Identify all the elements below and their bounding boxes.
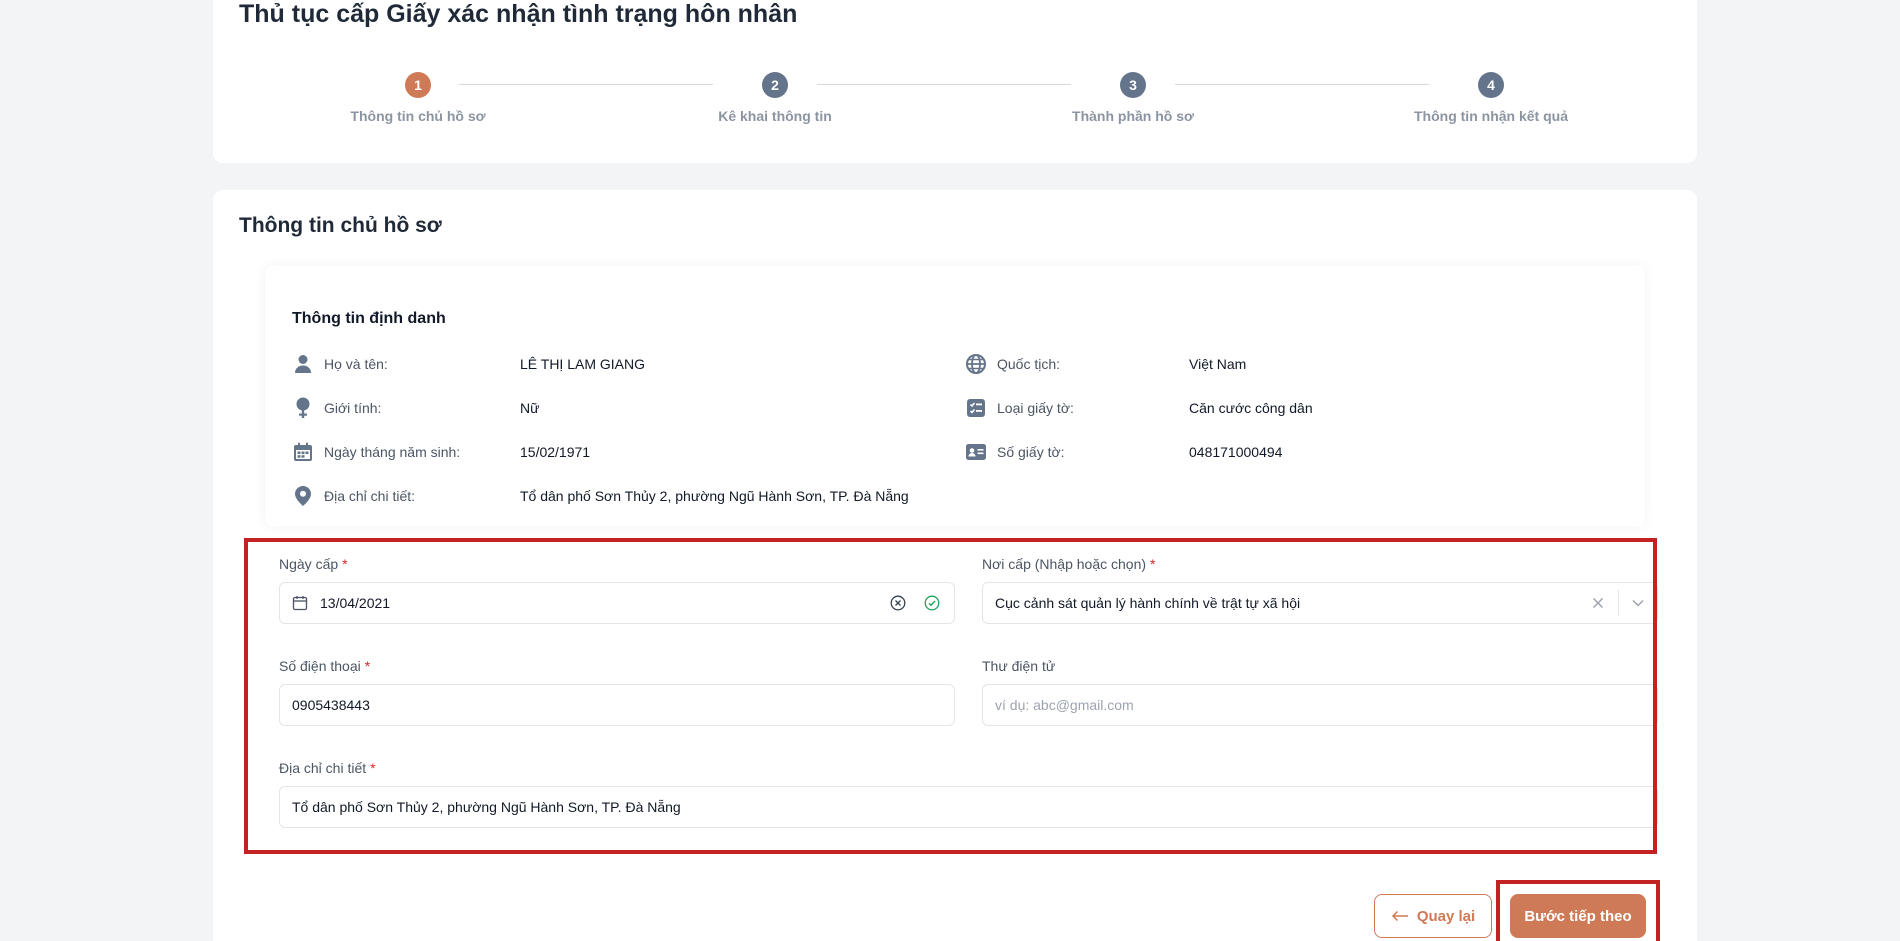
dob-label: Ngày tháng năm sinh: (324, 444, 461, 460)
info-row-dob: Ngày tháng năm sinh: (292, 440, 460, 464)
phone-field[interactable] (279, 684, 955, 726)
step-4-label: Thông tin nhận kết quả (1414, 108, 1568, 124)
stepper: 1 2 3 4 Thông tin chủ hồ sơ Kê khai thôn… (213, 0, 1697, 163)
issue-date-picker[interactable]: 13/04/2021 (279, 582, 955, 624)
address-label: Địa chỉ chi tiết: (324, 488, 416, 504)
select-divider (1618, 590, 1619, 616)
step-3-label: Thành phần hồ sơ (1072, 108, 1194, 124)
calendar-icon[interactable] (292, 595, 308, 611)
calendar-icon (292, 441, 314, 463)
back-button-label: Quay lại (1416, 907, 1476, 925)
gender-icon (292, 397, 314, 419)
step-connector (817, 84, 1071, 85)
phone-label: Số điện thoại * (279, 658, 371, 674)
step-3-circle[interactable]: 3 (1120, 72, 1146, 98)
chevron-down-icon[interactable] (1631, 596, 1645, 610)
step-1-circle[interactable]: 1 (405, 72, 431, 98)
gender-value: Nữ (520, 400, 540, 416)
step-2-label: Kê khai thông tin (718, 108, 832, 124)
phone-input[interactable] (292, 697, 932, 713)
address-detail-label: Địa chỉ chi tiết * (279, 760, 376, 776)
issue-place-label: Nơi cấp (Nhập hoặc chọn) * (982, 556, 1156, 572)
clear-icon[interactable] (1592, 597, 1604, 609)
id-card-icon (965, 441, 987, 463)
location-pin-icon (292, 485, 314, 507)
doc-type-label: Loại giấy tờ: (997, 400, 1074, 416)
form-card: Thông tin chủ hồ sơ Thông tin định danh … (213, 190, 1697, 941)
checklist-icon (965, 397, 987, 419)
clear-icon[interactable] (890, 595, 906, 611)
info-row-doc-type: Loại giấy tờ: (965, 396, 1074, 420)
steps-card: Thủ tục cấp Giấy xác nhận tình trạng hôn… (213, 0, 1697, 163)
address-value: Tổ dân phố Sơn Thủy 2, phường Ngũ Hành S… (520, 488, 909, 504)
nationality-label: Quốc tịch: (997, 356, 1061, 372)
address-detail-field[interactable] (279, 786, 1658, 828)
full-name-value: LÊ THỊ LAM GIANG (520, 356, 645, 372)
identity-card: Thông tin định danh Họ và tên: LÊ THỊ LA… (265, 266, 1645, 526)
step-4-circle[interactable]: 4 (1478, 72, 1504, 98)
info-row-gender: Giới tính: (292, 396, 381, 420)
back-button[interactable]: Quay lại (1374, 894, 1492, 938)
doc-type-value: Căn cước công dân (1189, 400, 1313, 416)
step-connector (459, 84, 713, 85)
step-connector (1175, 84, 1429, 85)
gender-label: Giới tính: (324, 400, 382, 416)
info-row-nationality: Quốc tịch: (965, 352, 1060, 376)
section-title: Thông tin chủ hồ sơ (239, 214, 442, 237)
contact-form: Ngày cấp * 13/04/2021 Nơi cấp (Nhập hoặc … (265, 540, 1658, 860)
user-icon (292, 353, 314, 375)
next-step-button[interactable]: Bước tiếp theo (1510, 894, 1646, 938)
doc-number-value: 048171000494 (1189, 444, 1283, 460)
step-1-label: Thông tin chủ hồ sơ (350, 108, 486, 124)
check-circle-icon (924, 595, 940, 611)
issue-place-value: Cục cảnh sát quản lý hành chính về trật … (995, 595, 1301, 611)
info-row-full-name: Họ và tên: (292, 352, 388, 376)
issue-date-label: Ngày cấp * (279, 556, 348, 572)
email-input[interactable] (995, 697, 1635, 713)
issue-date-value: 13/04/2021 (320, 595, 391, 611)
email-field[interactable] (982, 684, 1658, 726)
info-row-address: Địa chỉ chi tiết: (292, 484, 415, 508)
address-detail-input[interactable] (292, 799, 1632, 815)
globe-icon (965, 353, 987, 375)
doc-number-label: Số giấy tờ: (997, 444, 1065, 460)
dob-value: 15/02/1971 (520, 444, 591, 460)
issue-place-select[interactable]: Cục cảnh sát quản lý hành chính về trật … (982, 582, 1658, 624)
email-label: Thư điện tử (982, 658, 1056, 674)
step-2-circle[interactable]: 2 (762, 72, 788, 98)
nationality-value: Việt Nam (1189, 356, 1247, 372)
info-row-doc-number: Số giấy tờ: (965, 440, 1065, 464)
identity-title: Thông tin định danh (292, 310, 446, 327)
full-name-label: Họ và tên: (324, 356, 388, 372)
arrow-left-icon (1391, 910, 1409, 922)
